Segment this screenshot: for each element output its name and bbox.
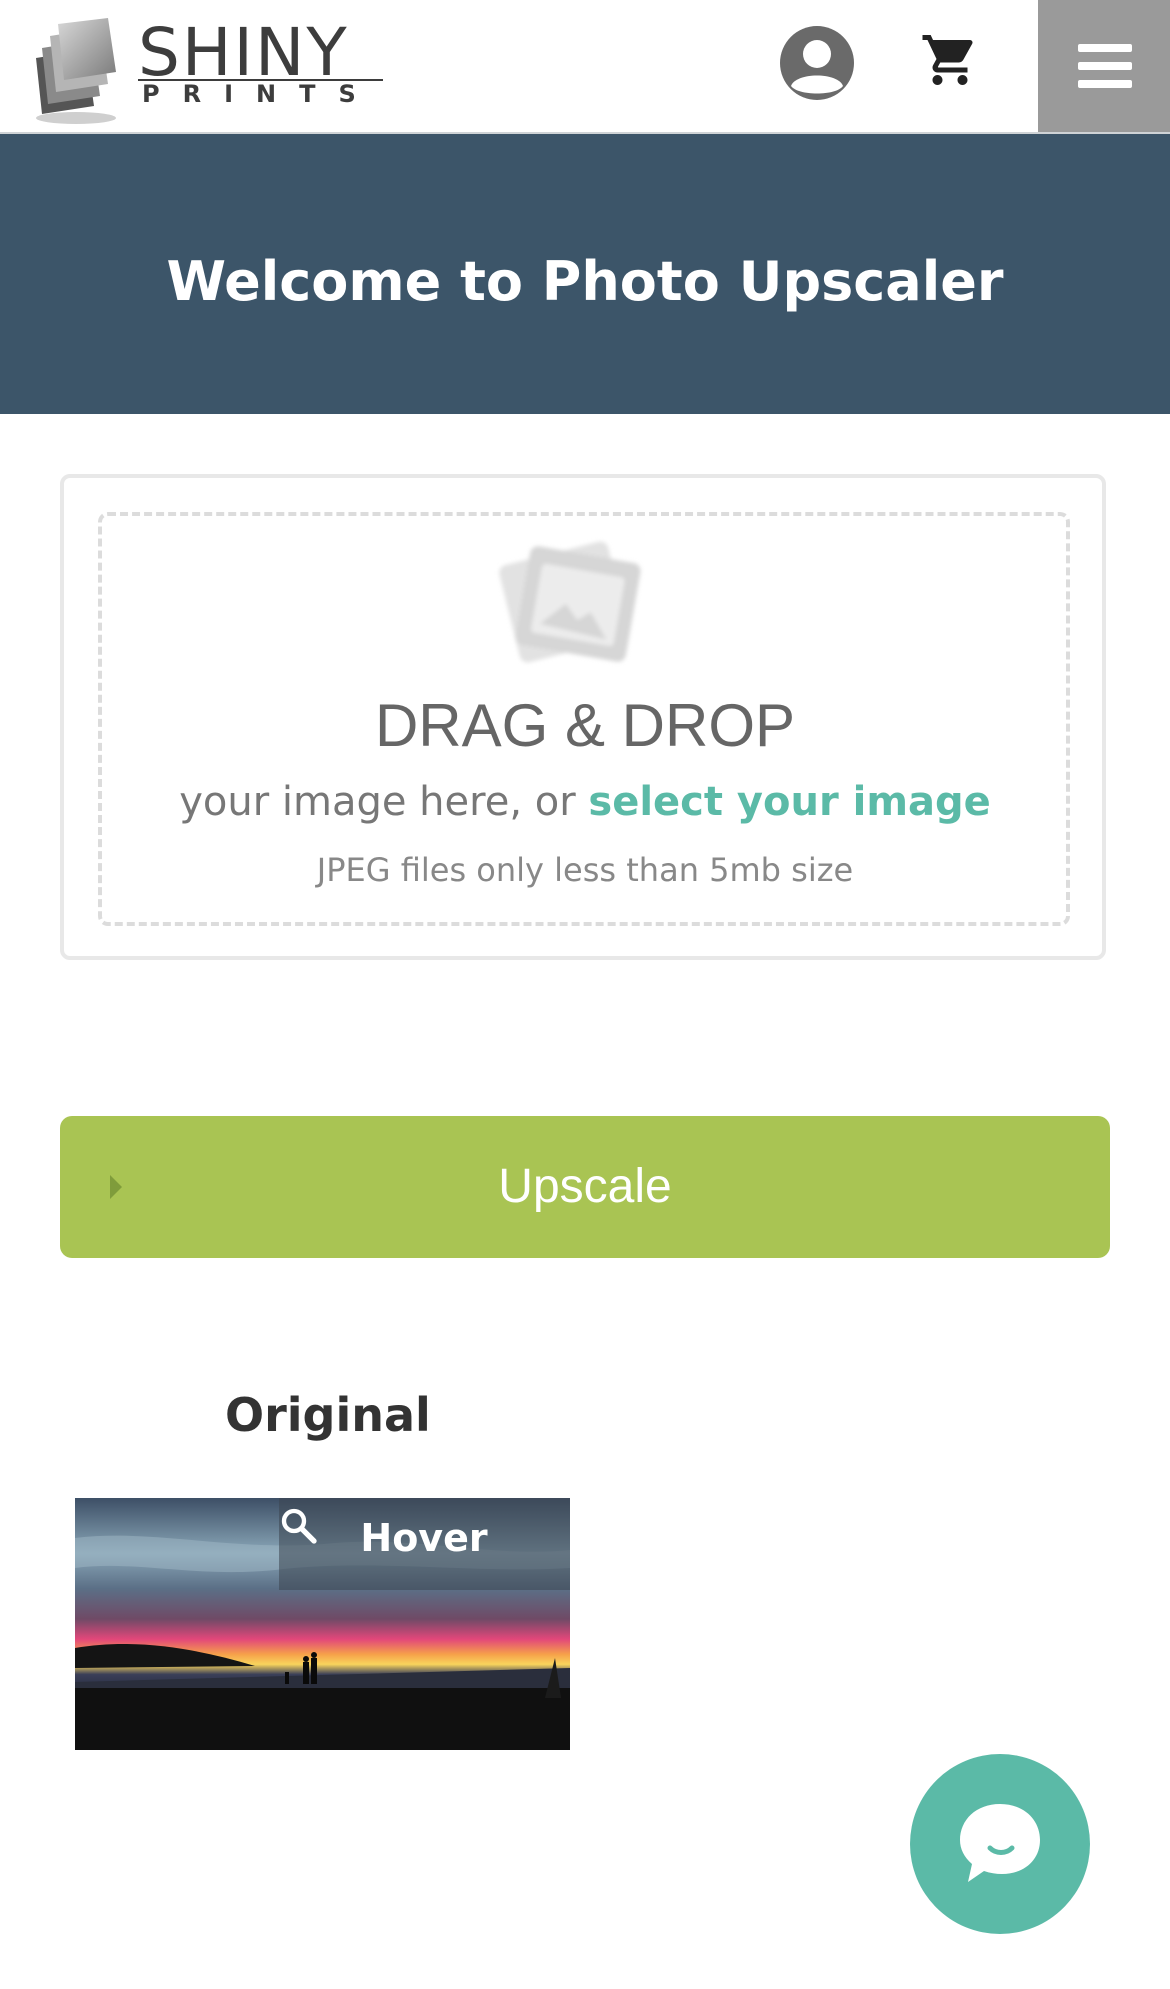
original-photo-preview[interactable]: Hover bbox=[75, 1498, 570, 1750]
magnifier-icon bbox=[281, 1508, 317, 1544]
logo-name: SHINY bbox=[138, 14, 349, 91]
drag-drop-title: DRAG & DROP bbox=[374, 692, 796, 759]
hero-banner: Welcome to Photo Upscaler bbox=[0, 134, 1170, 414]
select-image-link[interactable]: select your image bbox=[588, 779, 990, 825]
logo-photo-stack-icon bbox=[36, 18, 116, 124]
chat-button[interactable] bbox=[910, 1754, 1090, 1934]
menu-line-icon bbox=[1078, 62, 1132, 70]
shiny-prints-logo[interactable]: SHINY PRINTS bbox=[28, 14, 383, 128]
page-title: Welcome to Photo Upscaler bbox=[166, 250, 1004, 313]
account-circle-icon bbox=[780, 26, 854, 100]
shopping-cart-icon bbox=[922, 35, 973, 85]
hover-zoom-tab[interactable]: Hover bbox=[279, 1498, 570, 1590]
menu-line-icon bbox=[1078, 44, 1132, 52]
menu-button[interactable] bbox=[1038, 0, 1170, 132]
file-requirements-note: JPEG files only less than 5mb size bbox=[316, 851, 854, 889]
upscale-button[interactable]: Upscale bbox=[60, 1116, 1110, 1258]
logo-subname: PRINTS bbox=[142, 80, 379, 108]
menu-line-icon bbox=[1078, 80, 1132, 88]
hover-label: Hover bbox=[360, 1516, 488, 1560]
account-button[interactable] bbox=[778, 24, 856, 102]
drag-drop-instructions: your image here, or select your image bbox=[0, 776, 1170, 828]
top-navigation-bar: SHINY PRINTS bbox=[0, 0, 1170, 134]
photos-icon bbox=[499, 541, 641, 663]
chat-bubble-icon bbox=[960, 1804, 1040, 1882]
cart-button[interactable] bbox=[920, 30, 980, 90]
original-heading: Original bbox=[225, 1388, 431, 1442]
upscale-button-label: Upscale bbox=[498, 1160, 672, 1213]
drag-drop-text: your image here, or bbox=[179, 779, 589, 825]
